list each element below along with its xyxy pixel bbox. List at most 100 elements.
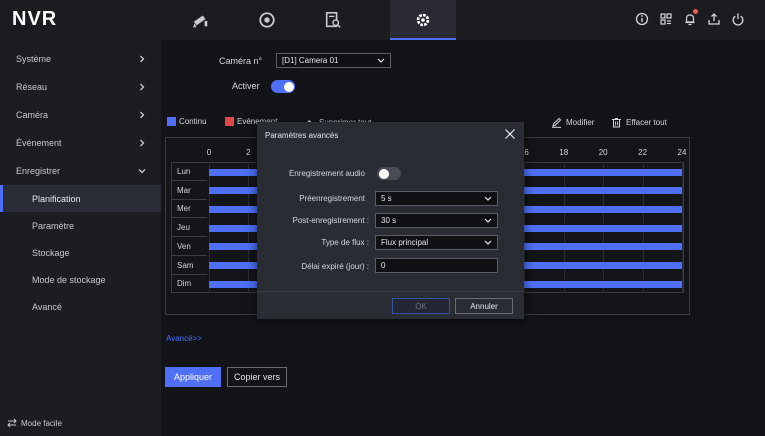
sidebar-subitem-planification[interactable]: Planification xyxy=(0,185,161,212)
enable-label: Activer xyxy=(232,81,260,91)
ok-button[interactable]: OK xyxy=(392,298,450,314)
tab-live-view[interactable] xyxy=(168,0,234,40)
swap-arrows-icon xyxy=(7,418,17,428)
audio-recording-label: Enregistrement audio xyxy=(288,169,365,178)
layout-button[interactable] xyxy=(657,10,675,28)
sidebar-subitem-parametre[interactable]: Paramètre xyxy=(0,212,161,240)
sidebar-subitem-label: Avancé xyxy=(32,302,62,312)
trash-icon xyxy=(612,118,621,128)
export-button[interactable] xyxy=(705,10,723,28)
notifications-button[interactable] xyxy=(681,9,699,28)
chevron-down-icon xyxy=(484,196,492,201)
grid-line xyxy=(682,162,683,293)
day-label: Lun xyxy=(171,163,207,181)
cancel-button[interactable]: Annuler xyxy=(455,298,513,314)
sidebar-item-label: Événement xyxy=(16,138,62,148)
top-bar: NVR xyxy=(0,0,765,40)
clear-all-button[interactable]: Effacer tout xyxy=(611,117,667,128)
close-icon[interactable] xyxy=(504,128,516,140)
sidebar-subitem-label: Planification xyxy=(32,193,81,204)
info-icon xyxy=(635,12,649,26)
sidebar-item-label: Caméra xyxy=(16,110,49,120)
hour-label: 22 xyxy=(638,148,648,157)
dialog-footer: OK Annuler xyxy=(257,291,524,319)
power-button[interactable] xyxy=(729,10,747,28)
info-button[interactable] xyxy=(633,10,651,28)
continuous-swatch xyxy=(167,117,176,126)
expiry-label: Délai expiré (jour) : xyxy=(301,262,369,271)
chevron-right-icon xyxy=(140,111,145,119)
power-icon xyxy=(732,13,744,26)
modify-label: Modifier xyxy=(566,118,595,127)
sidebar-item-enregistrer[interactable]: Enregistrer xyxy=(0,157,161,185)
bell-icon xyxy=(685,14,695,26)
dialog-title: Paramètres avancés xyxy=(265,131,339,140)
camera-label: Caméra n° xyxy=(219,56,263,66)
pre-record-value: 5 s xyxy=(381,194,392,203)
copy-to-button[interactable]: Copier vers xyxy=(227,367,287,387)
hour-label: 24 xyxy=(677,148,687,157)
stream-type-value: Flux principal xyxy=(381,238,429,247)
post-record-value: 30 s xyxy=(381,216,397,225)
hour-label: 18 xyxy=(559,148,569,157)
playback-icon xyxy=(259,12,275,28)
event-swatch xyxy=(225,117,234,126)
toggle-knob xyxy=(283,81,294,92)
tab-playback[interactable] xyxy=(234,0,300,40)
sidebar-subitem-avance[interactable]: Avancé xyxy=(0,293,161,321)
sidebar-subitem-stockage[interactable]: Stockage xyxy=(0,239,161,267)
stream-type-select[interactable]: Flux principal xyxy=(375,235,498,250)
camera-icon xyxy=(192,15,208,28)
expiry-value: 0 xyxy=(381,261,386,270)
stream-type-label: Type de flux : xyxy=(321,238,369,247)
day-label: Jeu xyxy=(171,219,207,238)
post-record-select[interactable]: 30 s xyxy=(375,213,498,228)
day-label: Dim xyxy=(171,275,207,294)
chevron-right-icon xyxy=(140,55,145,63)
sidebar-item-label: Enregistrer xyxy=(16,166,61,176)
file-search-icon xyxy=(325,11,341,28)
apply-button[interactable]: Appliquer xyxy=(165,367,221,387)
chevron-down-icon xyxy=(484,218,492,223)
chevron-down-icon xyxy=(138,169,146,174)
sidebar-subitem-mode-de-stockage[interactable]: Mode de stockage xyxy=(0,266,161,294)
enable-toggle[interactable] xyxy=(271,80,295,93)
day-label: Sam xyxy=(171,257,207,275)
brand-logo: NVR xyxy=(12,8,58,30)
sidebar-item-reseau[interactable]: Réseau xyxy=(0,73,161,101)
sidebar-item-systeme[interactable]: Système xyxy=(0,45,161,73)
sidebar-item-camera[interactable]: Caméra xyxy=(0,101,161,129)
legend-continuous[interactable]: Continu xyxy=(167,117,207,126)
advanced-link[interactable]: Avancé>> xyxy=(166,334,202,343)
export-icon xyxy=(708,13,720,25)
day-label: Ven xyxy=(171,238,207,256)
clear-all-label: Effacer tout xyxy=(626,118,667,127)
sidebar-subitem-label: Mode de stockage xyxy=(32,275,106,285)
camera-select[interactable]: [D1] Camera 01 xyxy=(276,53,391,68)
tab-file-search[interactable] xyxy=(300,0,366,40)
day-label: Mar xyxy=(171,182,207,200)
camera-select-value: [D1] Camera 01 xyxy=(282,56,339,65)
expiry-input[interactable]: 0 xyxy=(375,258,498,273)
pre-record-label: Préenregistrement xyxy=(299,194,365,203)
audio-recording-toggle[interactable] xyxy=(377,167,401,180)
hour-label: 20 xyxy=(598,148,608,157)
tab-configuration[interactable] xyxy=(390,0,456,40)
sidebar-item-evenement[interactable]: Événement xyxy=(0,129,161,157)
toggle-knob xyxy=(378,168,389,179)
sidebar-subitem-label: Paramètre xyxy=(32,221,75,231)
chevron-right-icon xyxy=(140,139,145,147)
chevron-down-icon xyxy=(484,240,492,245)
sidebar: Système Réseau Caméra Événement Enregist… xyxy=(0,40,161,436)
easy-mode-toggle[interactable]: Mode facile xyxy=(7,418,62,428)
hour-label: 0 xyxy=(206,148,212,157)
pencil-icon xyxy=(552,117,562,128)
grid-icon xyxy=(660,13,672,25)
pre-record-select[interactable]: 5 s xyxy=(375,191,498,206)
modify-button[interactable]: Modifier xyxy=(551,117,594,128)
sidebar-item-label: Système xyxy=(16,54,52,64)
continuous-label: Continu xyxy=(179,117,207,126)
hour-label: 2 xyxy=(246,148,251,157)
easy-mode-label: Mode facile xyxy=(21,418,62,428)
day-label: Mer xyxy=(171,200,207,219)
